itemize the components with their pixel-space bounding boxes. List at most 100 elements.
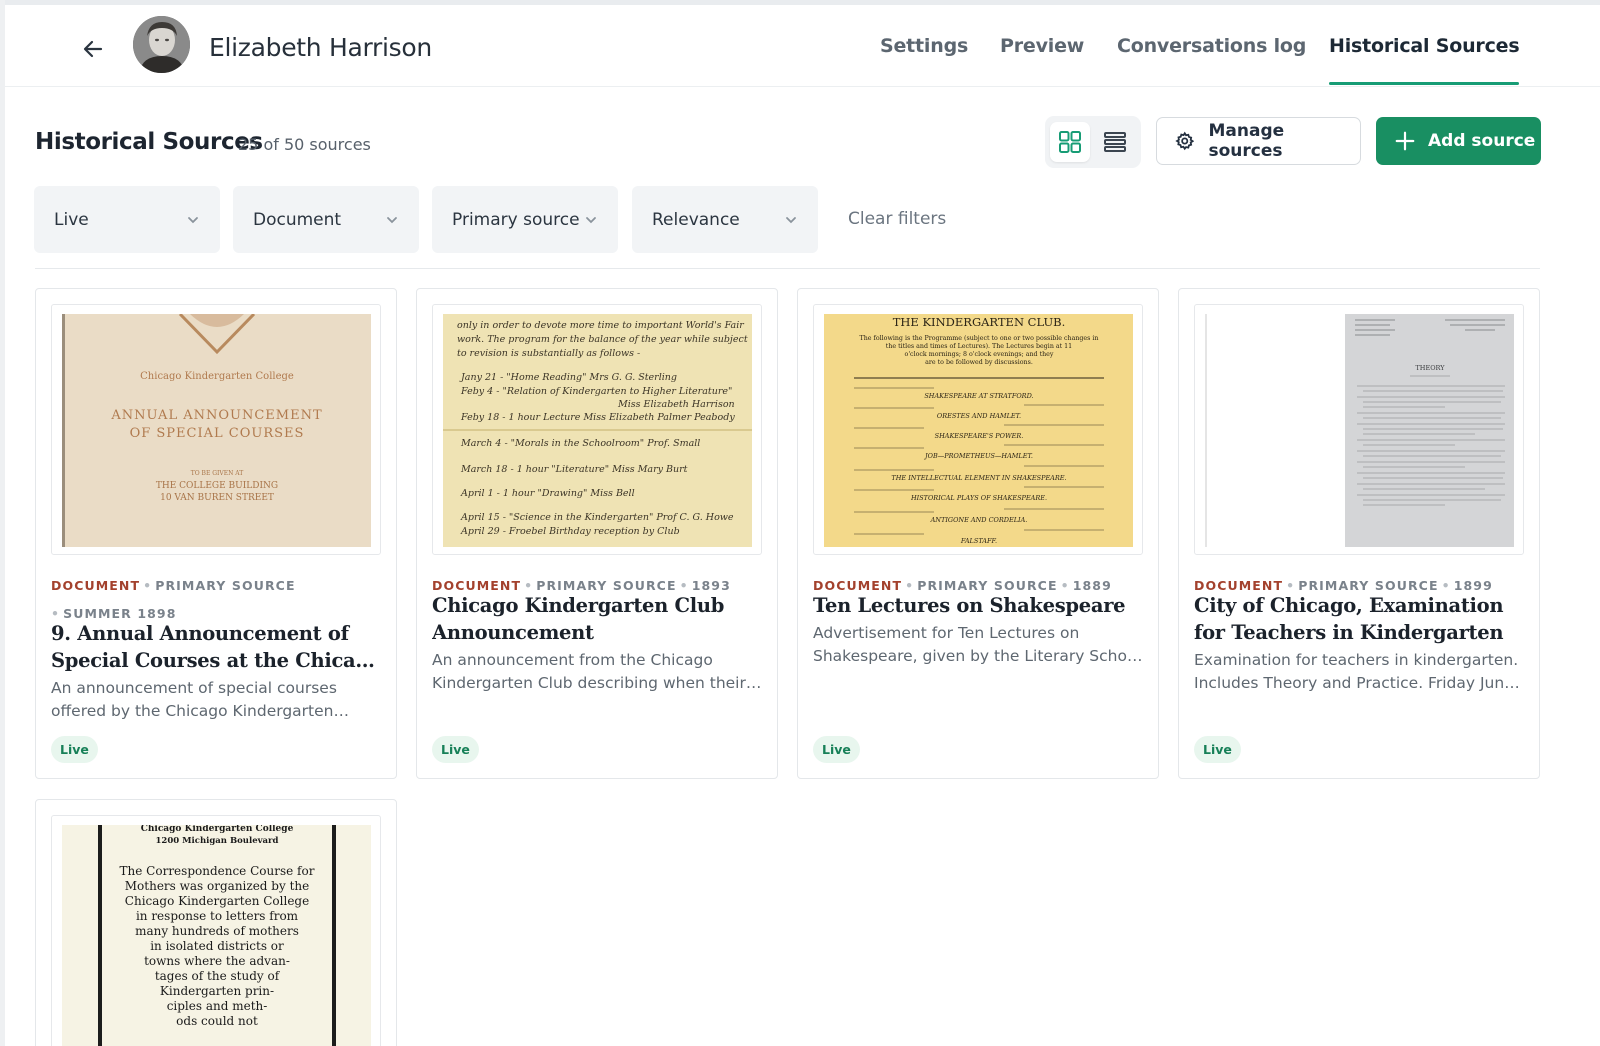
tab-preview[interactable]: Preview [1000,5,1084,87]
card-category: PRIMARY SOURCE [155,578,296,593]
thumb-line: only in order to devote more time to imp… [457,320,745,331]
card-kind: DOCUMENT [1194,578,1284,593]
source-kind-filter-value: Primary source [452,209,580,230]
thumb-line: SHAKESPEARE AT STRATFORD. [924,392,1033,400]
thumb-line: The Correspondence Course for [120,864,315,878]
source-card[interactable]: THE KINDERGARTEN CLUB. The following is … [797,288,1159,779]
card-title: City of Chicago, Examination for Teacher… [1194,594,1504,644]
thumb-line: HISTORICAL PLAYS OF SHAKESPEARE. [910,494,1047,502]
thumb-line: Chicago Kindergarten College [140,371,294,382]
status-badge: Live [432,736,479,763]
tab-settings[interactable]: Settings [880,5,968,87]
window-left-edge [0,0,5,1046]
thumb-line: OF SPECIAL COURSES [130,426,305,441]
thumb-line: Miss Elizabeth Harrison [617,399,735,410]
thumb-line: April 29 - Froebel Birthday reception by… [460,526,680,537]
back-button[interactable] [75,31,111,67]
list-view-button[interactable] [1095,122,1135,162]
thumb-line: April 15 - "Science in the Kindergarten"… [460,512,734,523]
clear-filters-link[interactable]: Clear filters [848,209,946,229]
thumb-line: Feby 18 - 1 hour Lecture Miss Elizabeth … [460,412,735,423]
top-header: Elizabeth Harrison Settings Preview Conv… [5,5,1600,87]
gear-icon [1175,131,1195,151]
avatar [133,16,190,73]
status-badge: Live [1194,736,1241,763]
source-kind-filter-select[interactable]: Primary source [432,186,618,253]
card-date: 1899 [1453,578,1493,593]
thumb-line: 10 VAN BUREN STREET [160,493,274,503]
thumb-line: in response to letters from [136,909,299,923]
chevron-down-icon [586,217,596,224]
source-thumbnail: Chicago Kindergarten College ANNUAL ANNO… [51,304,381,555]
source-thumbnail: THE KINDERGARTEN CLUB. The following is … [813,304,1143,555]
thumb-line: ciples and meth- [167,999,268,1013]
card-date: SUMMER 1898 [63,606,177,621]
source-card[interactable]: THEORY DOCUMENT•PRIMARY SOURCE•1899 [1178,288,1540,779]
chevron-down-icon [188,217,198,224]
card-kind: DOCUMENT [432,578,522,593]
thumb-line: Mothers was organized by the [125,879,309,893]
thumb-line: FALSTAFF. [960,537,997,545]
thumb-line: in isolated districts or [150,939,284,953]
grid-view-button[interactable] [1050,122,1090,162]
source-card[interactable]: Chicago Kindergarten College ANNUAL ANNO… [35,288,397,779]
thumb-line: The following is the Programme (subject … [860,335,1099,342]
type-filter-value: Document [253,209,342,230]
sort-select[interactable]: Relevance [632,186,818,253]
card-description: An announcement of special courses offer… [51,679,337,720]
source-thumbnail: Chicago Kindergarten College 1200 Michig… [51,815,381,1046]
page-title: Historical Sources [35,129,263,155]
correspondence-course-image: Chicago Kindergarten College 1200 Michig… [62,825,371,1046]
card-description: An announcement from the Chicago Kinderg… [432,651,746,692]
thumb-line: o'clock mornings; 8 o'clock evenings; an… [905,351,1054,358]
manage-sources-label: Manage sources [1208,121,1285,161]
thumb-line: TO BE GIVEN AT [191,470,244,477]
thumb-line: THE COLLEGE BUILDING [156,481,278,491]
thumb-line: March 18 - 1 hour "Literature" Miss Mary… [460,464,688,475]
printed-program-image: THE KINDERGARTEN CLUB. The following is … [824,314,1133,547]
card-title: 9. Annual Announcement of Special Course… [51,622,382,672]
document-scan-image: Chicago Kindergarten College ANNUAL ANNO… [62,314,371,547]
thumb-line: are to be followed by discussions. [925,359,1033,366]
card-title: Chicago Kindergarten Club Announcement [432,594,725,644]
thumb-line: THE INTELLECTUAL ELEMENT IN SHAKESPEARE. [891,474,1066,482]
card-kind: DOCUMENT [51,578,141,593]
source-card[interactable]: Chicago Kindergarten College 1200 Michig… [35,799,397,1046]
thumb-line: April 1 - 1 hour "Drawing" Miss Bell [460,488,635,499]
grid-view-icon [1059,131,1081,153]
thumb-line: towns where the advan- [144,954,290,968]
source-thumbnail: only in order to devote more time to imp… [432,304,762,555]
profile-name: Elizabeth Harrison [209,33,432,62]
status-badge: Live [813,736,860,763]
thumb-line: THEORY [1415,364,1445,372]
card-description: Advertisement for Ten Lectures on Shakes… [813,624,1141,665]
card-date: 1893 [691,578,731,593]
plus-icon [1395,131,1415,151]
tab-conversations-log[interactable]: Conversations log [1117,5,1306,87]
arrow-left-icon [83,40,103,58]
thumb-line: Kindergarten prin- [160,984,274,998]
thumb-line: Feby 4 - "Relation of Kindergarten to Hi… [460,386,732,397]
chevron-down-icon [786,217,796,224]
card-category: PRIMARY SOURCE [1298,578,1439,593]
handwritten-document-image: only in order to devote more time to imp… [443,314,752,547]
source-thumbnail: THEORY [1194,304,1524,555]
type-filter-select[interactable]: Document [233,186,419,253]
thumb-line: Jany 21 - "Home Reading" Mrs G. G. Sterl… [459,372,677,383]
exam-document-image: THEORY [1205,314,1514,547]
thumb-line: work. The program for the balance of the… [457,334,748,345]
thumb-line: ANTIGONE AND CORDELIA. [930,516,1028,524]
list-view-icon [1104,132,1126,152]
thumb-line: SHAKESPEARE'S POWER. [935,432,1024,440]
source-card[interactable]: only in order to devote more time to imp… [416,288,778,779]
status-badge: Live [51,736,98,763]
status-filter-select[interactable]: Live [34,186,220,253]
add-source-button[interactable]: Add source [1376,117,1541,165]
tab-historical-sources[interactable]: Historical Sources [1329,5,1520,87]
manage-sources-button[interactable]: Manage sources [1156,117,1361,165]
divider [35,268,1540,269]
thumb-line: JOB—PROMETHEUS—HAMLET. [923,452,1033,460]
thumb-line: ORESTES AND HAMLET. [937,412,1021,420]
thumb-line: tages of the study of [155,969,281,983]
status-filter-value: Live [54,209,89,230]
